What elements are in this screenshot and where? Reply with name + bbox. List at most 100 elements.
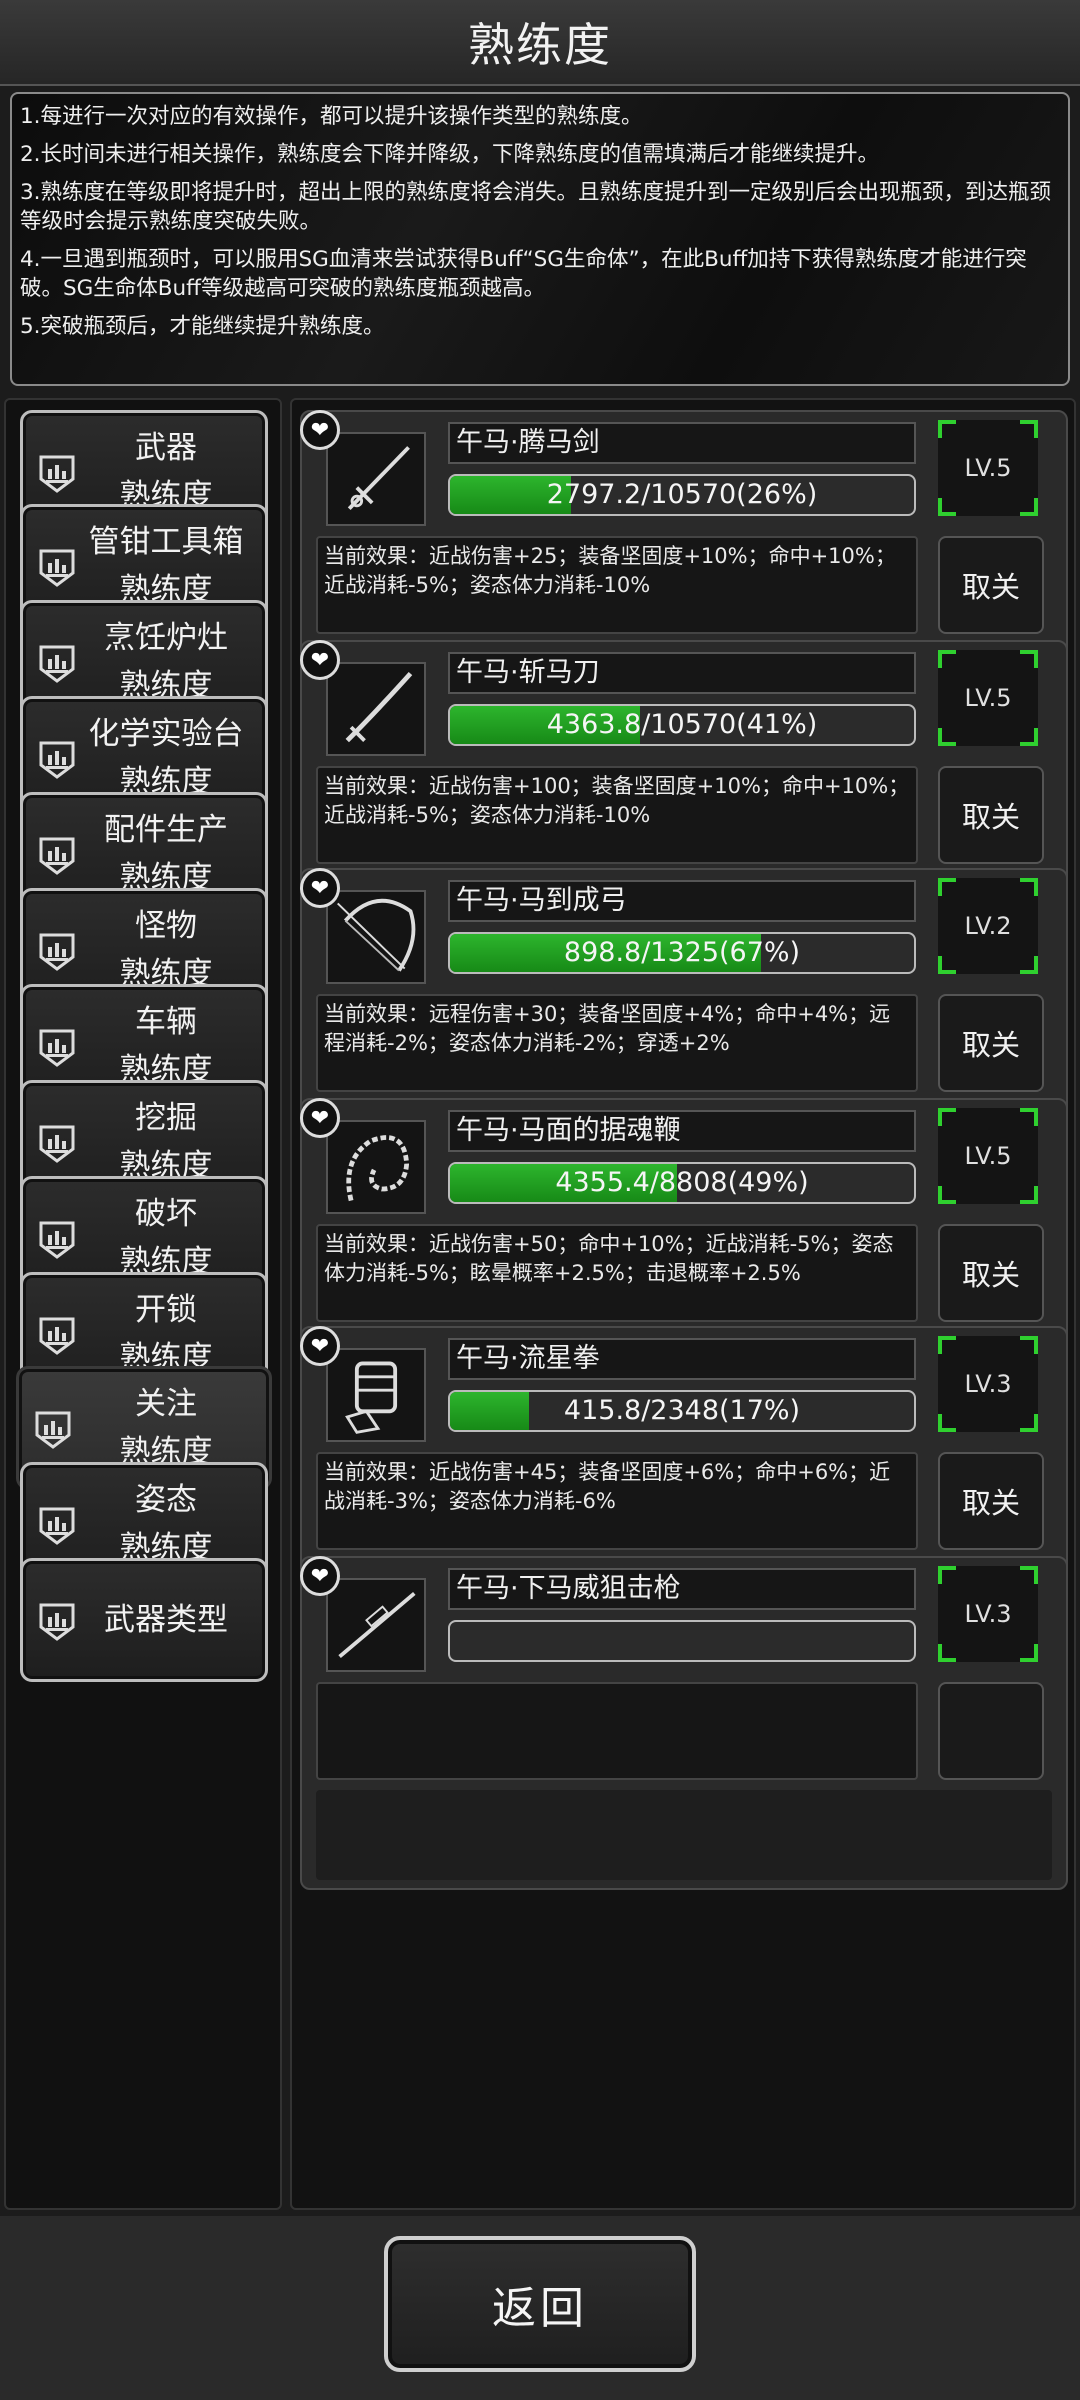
- unfollow-label: 取关: [961, 1258, 1020, 1292]
- sidebar-item-label: 关注: [135, 1386, 197, 1422]
- badge-icon: [33, 1409, 73, 1451]
- sidebar-item-label: 破坏: [135, 1196, 197, 1232]
- info-line: 3.熟练度在等级即将提升时，超出上限的熟练度将会消失。且熟练度提升到一定级别后会…: [20, 180, 1052, 234]
- progress-bar: [448, 1620, 916, 1662]
- progress-text: 4363.8/10570(41%): [546, 709, 818, 740]
- badge-icon: [37, 1219, 77, 1261]
- badge-icon: [37, 1027, 77, 1069]
- whip-icon: [326, 1120, 426, 1214]
- sidebar-item-label: 配件生产: [104, 812, 228, 848]
- level-text: LV.3: [964, 1370, 1012, 1398]
- sidebar-item-label: 怪物: [135, 908, 197, 944]
- saber-icon: [326, 662, 426, 756]
- back-button-label: 返回: [492, 2283, 588, 2334]
- progress-bar: 415.8/2348(17%): [448, 1390, 916, 1432]
- level-badge: LV.3: [938, 1566, 1038, 1662]
- progress-text: [450, 1622, 914, 1660]
- heart-icon[interactable]: ❤: [300, 640, 340, 680]
- progress-text: 898.8/1325(67%): [563, 937, 801, 968]
- level-badge: LV.3: [938, 1336, 1038, 1432]
- badge-icon: [37, 931, 77, 973]
- next-level-effect: [316, 1790, 1052, 1880]
- heart-icon[interactable]: ❤: [300, 410, 340, 450]
- badge-icon: [37, 835, 77, 877]
- progress-bar: 4355.4/8808(49%): [448, 1162, 916, 1204]
- info-line: 4.一旦遇到瓶颈时，可以服用SG血清来尝试获得Buff“SG生命体”，在此Buf…: [20, 247, 1027, 301]
- sword-icon: [326, 432, 426, 526]
- badge-icon: [37, 1601, 77, 1643]
- progress-text: 4355.4/8808(49%): [555, 1167, 809, 1198]
- progress-bar: 4363.8/10570(41%): [448, 704, 916, 746]
- current-effect: [316, 1682, 918, 1780]
- unfollow-button[interactable]: 取关: [938, 536, 1044, 634]
- current-effect: 当前效果：近战伤害+50；命中+10%；近战消耗-5%；姿态体力消耗-5%；眩晕…: [316, 1224, 918, 1322]
- sidebar-item-label: 烹饪炉灶: [104, 620, 228, 656]
- heart-icon[interactable]: ❤: [300, 1556, 340, 1596]
- unfollow-button[interactable]: 取关: [938, 994, 1044, 1092]
- weapon-name: 午马·马面的据魂鞭: [448, 1110, 916, 1152]
- sidebar-item-label: 武器: [135, 430, 197, 466]
- weapon-name: 午马·马到成弓: [448, 880, 916, 922]
- back-button[interactable]: 返回: [384, 2236, 696, 2372]
- current-effect: 当前效果：远程伤害+30；装备坚固度+4%；命中+4%；远程消耗-2%；姿态体力…: [316, 994, 918, 1092]
- sniper-rifle-icon: [326, 1578, 426, 1672]
- badge-icon: [37, 1123, 77, 1165]
- level-badge: LV.5: [938, 650, 1038, 746]
- sidebar-item[interactable]: 武器类型: [20, 1558, 268, 1682]
- unfollow-button[interactable]: [938, 1682, 1044, 1780]
- unfollow-button[interactable]: 取关: [938, 1452, 1044, 1550]
- badge-icon: [37, 1315, 77, 1357]
- page-header: 熟练度: [0, 0, 1080, 86]
- info-line: 1.每进行一次对应的有效操作，都可以提升该操作类型的熟练度。: [20, 104, 643, 129]
- level-badge: LV.2: [938, 878, 1038, 974]
- footer-bar: 返回: [0, 2216, 1080, 2400]
- unfollow-label: 取关: [961, 570, 1020, 604]
- heart-icon[interactable]: ❤: [300, 868, 340, 908]
- progress-bar: 898.8/1325(67%): [448, 932, 916, 974]
- current-effect: 当前效果：近战伤害+25；装备坚固度+10%；命中+10%；近战消耗-5%；姿态…: [316, 536, 918, 634]
- badge-icon: [37, 547, 77, 589]
- page-title: 熟练度: [468, 18, 612, 72]
- skill-list[interactable]: ❤ 午马·腾马剑 2797.2/10570(26%) LV.5 当前效果：近战伤害+25…: [290, 398, 1076, 2210]
- level-text: LV.5: [964, 1142, 1012, 1170]
- level-badge: LV.5: [938, 420, 1038, 516]
- progress-bar: 2797.2/10570(26%): [448, 474, 916, 516]
- weapon-name: 午马·下马威狙击枪: [448, 1568, 916, 1610]
- info-panel: 1.每进行一次对应的有效操作，都可以提升该操作类型的熟练度。 2.长时间未进行相…: [10, 92, 1070, 386]
- heart-icon[interactable]: ❤: [300, 1098, 340, 1138]
- sidebar-item-label: 管钳工具箱: [88, 524, 244, 560]
- sidebar-item-text: 武器类型: [73, 1561, 259, 1679]
- badge-icon: [37, 739, 77, 781]
- badge-icon: [37, 1505, 77, 1547]
- badge-icon: [37, 643, 77, 685]
- current-effect: 当前效果：近战伤害+100；装备坚固度+10%；命中+10%；近战消耗-5%；姿…: [316, 766, 918, 864]
- heart-icon[interactable]: ❤: [300, 1326, 340, 1366]
- level-text: LV.5: [964, 454, 1012, 482]
- level-text: LV.5: [964, 684, 1012, 712]
- unfollow-label: 取关: [961, 800, 1020, 834]
- sidebar-item-label: 化学实验台: [88, 716, 244, 752]
- info-line: 5.突破瓶颈后，才能继续提升熟练度。: [20, 314, 385, 339]
- sidebar-item-label: 姿态: [135, 1482, 197, 1518]
- level-text: LV.2: [964, 912, 1012, 940]
- unfollow-button[interactable]: 取关: [938, 766, 1044, 864]
- unfollow-button[interactable]: 取关: [938, 1224, 1044, 1322]
- skill-card: ❤ 午马·下马威狙击枪 LV.3: [300, 1556, 1068, 1890]
- unfollow-label: 取关: [961, 1486, 1020, 1520]
- level-text: LV.3: [964, 1600, 1012, 1628]
- progress-text: 2797.2/10570(26%): [546, 479, 818, 510]
- gauntlet-icon: [326, 1348, 426, 1442]
- weapon-name: 午马·流星拳: [448, 1338, 916, 1380]
- badge-icon: [37, 453, 77, 495]
- progress-text: 415.8/2348(17%): [563, 1395, 801, 1426]
- sidebar-item-label: 车辆: [135, 1004, 197, 1040]
- info-line: 2.长时间未进行相关操作，熟练度会下降并降级，下降熟练度的值需填满后才能继续提升…: [20, 142, 880, 167]
- current-effect: 当前效果：近战伤害+45；装备坚固度+6%；命中+6%；近战消耗-3%；姿态体力…: [316, 1452, 918, 1550]
- category-sidebar[interactable]: 武器 熟练度 管钳工具箱 熟练度 烹饪炉灶 熟练度 化学实验台 熟练度 配件生产 熟练度 怪物 熟练度…: [4, 398, 282, 2210]
- weapon-name: 午马·腾马剑: [448, 422, 916, 464]
- sidebar-item-label: 武器类型: [104, 1602, 228, 1638]
- weapon-name: 午马·斩马刀: [448, 652, 916, 694]
- sidebar-item-label: 开锁: [135, 1292, 197, 1328]
- sidebar-item-label: 挖掘: [135, 1100, 197, 1136]
- bow-icon: [326, 890, 426, 984]
